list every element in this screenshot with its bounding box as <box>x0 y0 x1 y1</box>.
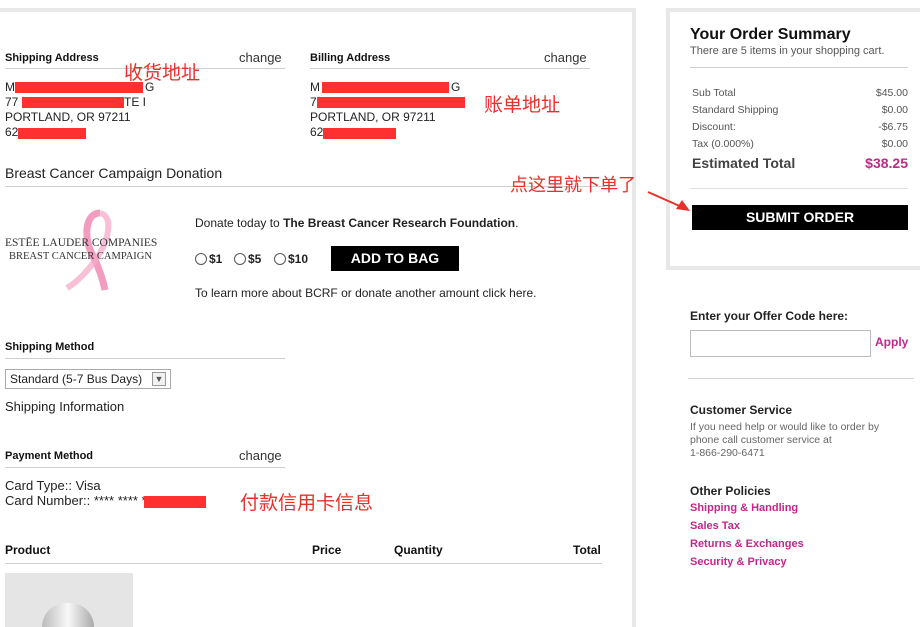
divider <box>688 378 914 379</box>
summary-row-value: $0.00 <box>881 104 908 116</box>
customer-service-text: phone call customer service at <box>690 434 832 446</box>
submit-annotation: 点这里就下单了 <box>510 175 636 196</box>
column-header-price: Price <box>312 543 342 557</box>
shipping-address-line: TE I <box>124 95 147 109</box>
column-header-quantity: Quantity <box>394 543 443 557</box>
donation-text: Donate today to The Breast Cancer Resear… <box>195 216 518 230</box>
card-type: Card Type:: Visa <box>5 478 101 493</box>
shipping-address-line: PORTLAND, OR 97211 <box>5 110 131 124</box>
customer-service-phone: 1-866-290-6471 <box>690 447 765 459</box>
other-policies-heading: Other Policies <box>690 484 771 498</box>
shipping-address-change-link[interactable]: change <box>239 50 282 65</box>
billing-address-line: 62 <box>310 125 324 139</box>
summary-row-label: Discount: <box>692 121 736 133</box>
redaction-mark <box>22 97 124 108</box>
donation-option-label: $10 <box>288 252 309 266</box>
column-header-product: Product <box>5 543 51 557</box>
divider <box>5 563 602 564</box>
summary-row-label: Tax (0.000%) <box>692 138 754 150</box>
divider <box>5 467 285 468</box>
redaction-mark <box>322 82 449 93</box>
billing-address-heading: Billing Address <box>310 52 391 64</box>
redaction-mark <box>144 496 206 508</box>
product-jar-shape <box>42 603 94 627</box>
shipping-annotation: 收货地址 <box>124 62 201 84</box>
shipping-information-link[interactable]: Shipping Information <box>5 399 124 414</box>
bcrf-logo: ESTĒE LAUDER COMPANIES BREAST CANCER CAM… <box>5 208 165 298</box>
shipping-address-line: 77 <box>5 95 19 109</box>
product-image[interactable] <box>5 573 133 627</box>
shipping-method-select[interactable]: Standard (5-7 Bus Days) ▼ <box>5 369 171 389</box>
donation-foundation-name: The Breast Cancer Research Foundation <box>283 216 516 230</box>
summary-row-shipping: Standard Shipping $0.00 <box>692 104 908 116</box>
shipping-address-line: 62 <box>5 125 19 139</box>
card-number: Card Number:: **** **** * <box>5 493 147 508</box>
shipping-method-value: Standard (5-7 Bus Days) <box>10 372 143 386</box>
shipping-method-heading: Shipping Method <box>5 341 95 353</box>
policy-link-shipping-handling[interactable]: Shipping & Handling <box>690 502 798 514</box>
summary-row-estimated-total: Estimated Total $38.25 <box>692 155 908 171</box>
summary-row-discount: Discount: -$6.75 <box>692 121 908 133</box>
donation-radio-1[interactable]: $1 <box>195 252 222 266</box>
shipping-address-heading: Shipping Address <box>5 52 99 64</box>
summary-row-value: $0.00 <box>881 138 908 150</box>
payment-method-change-link[interactable]: change <box>239 448 282 463</box>
divider <box>310 68 590 69</box>
donation-heading: Breast Cancer Campaign Donation <box>5 165 223 181</box>
policy-link-security-privacy[interactable]: Security & Privacy <box>690 556 787 568</box>
divider <box>5 358 285 359</box>
donation-option-label: $5 <box>248 252 262 266</box>
payment-annotation: 付款信用卡信息 <box>240 492 374 514</box>
apply-offer-button[interactable]: Apply <box>875 335 908 349</box>
donation-radio-10[interactable]: $10 <box>274 252 308 266</box>
summary-row-label: Standard Shipping <box>692 104 779 116</box>
customer-service-heading: Customer Service <box>690 403 793 417</box>
column-header-total: Total <box>573 543 601 557</box>
shipping-address-line: M <box>5 80 15 94</box>
redaction-mark <box>323 128 396 139</box>
summary-row-value: -$6.75 <box>878 121 908 133</box>
donation-option-label: $1 <box>209 252 223 266</box>
billing-annotation: 账单地址 <box>484 94 561 116</box>
billing-address-line: G <box>451 80 461 94</box>
summary-row-tax: Tax (0.000%) $0.00 <box>692 138 908 150</box>
summary-row-label: Sub Total <box>692 87 736 99</box>
billing-address-line: 7 <box>310 95 317 109</box>
billing-address-line: M <box>310 80 320 94</box>
divider <box>690 188 908 189</box>
estimated-total-value: $38.25 <box>865 155 908 171</box>
payment-method-heading: Payment Method <box>5 450 94 462</box>
radio-circle-icon <box>234 253 246 265</box>
billing-address-line: PORTLAND, OR 97211 <box>310 110 436 124</box>
divider <box>690 67 908 68</box>
policy-link-returns-exchanges[interactable]: Returns & Exchanges <box>690 538 804 550</box>
submit-order-button[interactable]: SUBMIT ORDER <box>692 205 908 230</box>
red-arrow-icon <box>647 191 690 211</box>
radio-circle-icon <box>274 253 286 265</box>
offer-code-input[interactable] <box>690 330 871 357</box>
order-summary-title: Your Order Summary <box>690 26 851 43</box>
radio-circle-icon <box>195 253 207 265</box>
chevron-down-icon: ▼ <box>152 372 166 386</box>
estimated-total-label: Estimated Total <box>692 155 796 171</box>
donation-text-prefix: Donate today to <box>195 216 284 230</box>
customer-service-text: If you need help or would like to order … <box>690 421 880 433</box>
redaction-mark <box>317 97 465 108</box>
logo-line: ESTĒE LAUDER COMPANIES <box>5 237 158 249</box>
offer-code-label: Enter your Offer Code here: <box>690 309 849 323</box>
logo-line: BREAST CANCER CAMPAIGN <box>9 251 152 262</box>
policy-link-sales-tax[interactable]: Sales Tax <box>690 520 740 532</box>
donation-text-suffix: . <box>515 216 519 230</box>
summary-row-subtotal: Sub Total $45.00 <box>692 87 908 99</box>
summary-row-value: $45.00 <box>875 87 908 99</box>
billing-address-change-link[interactable]: change <box>544 50 587 65</box>
donation-learn-more-link[interactable]: To learn more about BCRF or donate anoth… <box>195 286 537 300</box>
order-summary-subtitle: There are 5 items in your shopping cart. <box>690 45 885 57</box>
add-to-bag-button[interactable]: ADD TO BAG <box>331 246 459 271</box>
redaction-mark <box>18 128 86 139</box>
donation-radio-5[interactable]: $5 <box>234 252 261 266</box>
